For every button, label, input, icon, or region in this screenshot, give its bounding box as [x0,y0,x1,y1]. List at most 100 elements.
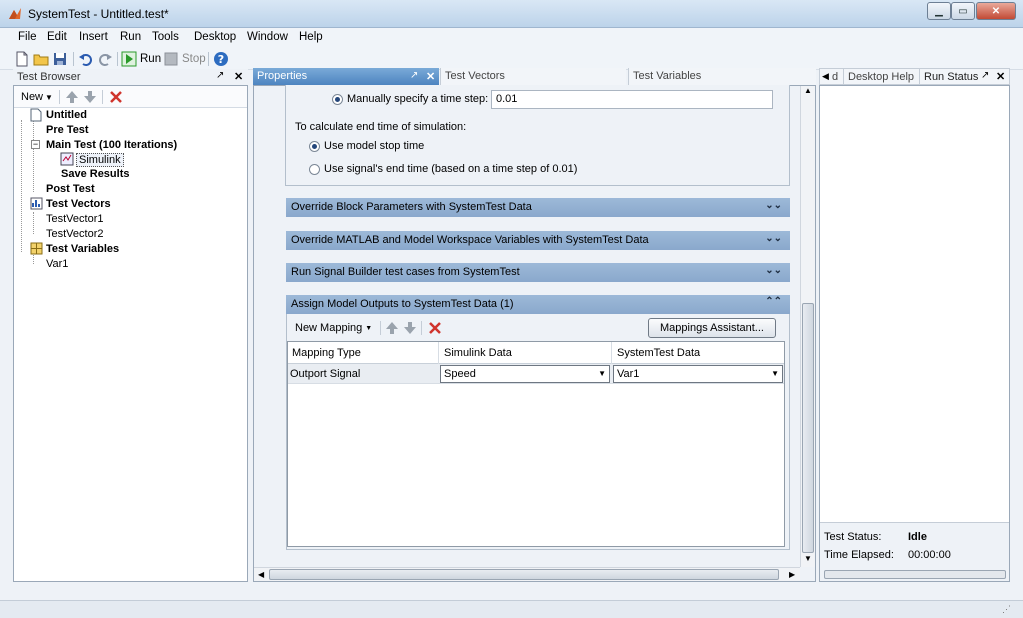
chevron-down-icon: ▼ [365,324,373,332]
right-panel-tabs: ◀ d Desktop Help Run Status ↗ ✕ [819,68,1010,85]
manual-step-radio[interactable] [332,94,343,105]
tree-item-test-vectors[interactable]: Test Vectors [46,198,111,210]
section-override-workspace-variables[interactable]: Override MATLAB and Model Workspace Vari… [286,231,790,250]
new-file-icon[interactable] [14,51,30,67]
tree-item-testvector1[interactable]: TestVector1 [46,213,103,225]
mappings-assistant-button[interactable]: Mappings Assistant... [648,318,776,338]
scroll-up-icon[interactable]: ▲ [804,86,812,95]
close-icon: ✕ [991,5,1001,17]
use-signal-end-radio[interactable] [309,164,320,175]
column-header-mapping-type[interactable]: Mapping Type [292,347,361,359]
run-status-panel: Test Status: Idle Time Elapsed: 00:00:00 [819,85,1010,582]
undock-icon[interactable]: ↗ [216,70,224,81]
close-panel-icon[interactable]: ✕ [996,70,1005,83]
scrollbar-thumb[interactable] [269,569,779,580]
close-panel-icon[interactable]: ✕ [234,70,243,83]
vertical-scrollbar[interactable]: ▲ ▼ [800,86,815,567]
menu-run[interactable]: Run [120,31,141,43]
minimize-icon: ▁ [935,5,943,17]
new-mapping-button[interactable]: New Mapping ▼ [292,319,375,337]
stop-button[interactable]: Stop [163,51,206,67]
tree-item-post-test[interactable]: Post Test [46,183,95,195]
status-bar: ⋰ [0,600,1023,618]
test-browser-title: Test Browser [17,71,81,83]
cell-mapping-type: Outport Signal [290,368,361,380]
tab-desktop-help[interactable]: Desktop Help [848,71,914,83]
tree-item-save-results[interactable]: Save Results [61,168,129,180]
column-header-simulink-data[interactable]: Simulink Data [444,347,512,359]
help-icon[interactable]: ? [213,51,229,67]
toolbar-separator [208,52,209,66]
tab-properties[interactable]: Properties ↗ ✕ [253,68,439,85]
document-icon [30,108,42,122]
new-label: New [21,91,44,103]
tree-item-simulink[interactable]: Simulink [76,153,124,167]
maximize-button[interactable]: ▭ [951,2,975,20]
open-folder-icon[interactable] [33,51,49,67]
undock-icon[interactable]: ↗ [981,70,989,81]
section-assign-model-outputs[interactable]: Assign Model Outputs to SystemTest Data … [286,295,790,314]
tree-item-main-test[interactable]: Main Test (100 Iterations) [46,139,177,151]
move-down-icon[interactable] [403,320,417,336]
close-tab-icon[interactable]: ✕ [426,70,435,83]
delete-icon[interactable] [428,321,442,335]
tab-test-vectors[interactable]: Test Vectors [440,68,626,85]
section-signal-builder[interactable]: Run Signal Builder test cases from Syste… [286,263,790,282]
redo-icon[interactable] [97,51,113,67]
section-label: Assign Model Outputs to SystemTest Data … [291,298,514,310]
run-button[interactable]: Run [121,51,161,67]
tree-item-var1[interactable]: Var1 [46,258,68,270]
scroll-down-icon[interactable]: ▼ [804,554,812,563]
manual-step-label: Manually specify a time step: [347,93,489,105]
tree-item-untitled[interactable]: Untitled [46,109,87,121]
test-browser-panel: New ▼ Untitled Pre Test − Main Test (100… [13,85,248,582]
scrollbar-thumb[interactable] [802,303,814,553]
new-dropdown-button[interactable]: New ▼ [18,89,56,105]
scroll-tabs-left-icon[interactable]: ◀ [822,71,829,82]
section-override-block-parameters[interactable]: Override Block Parameters with SystemTes… [286,198,790,217]
maximize-icon: ▭ [958,5,968,17]
tree-item-test-variables[interactable]: Test Variables [46,243,119,255]
toolbar-separator [102,90,103,104]
simulink-data-select[interactable]: Speed ▼ [440,365,610,383]
menu-help[interactable]: Help [299,31,323,43]
menu-tools[interactable]: Tools [152,31,179,43]
column-header-systemtest-data[interactable]: SystemTest Data [617,347,700,359]
menu-window[interactable]: Window [247,31,288,43]
scroll-right-icon[interactable]: ▶ [789,570,795,579]
menu-insert[interactable]: Insert [79,31,108,43]
save-icon[interactable] [52,51,68,67]
systemtest-data-select[interactable]: Var1 ▼ [613,365,783,383]
menu-edit[interactable]: Edit [47,31,67,43]
resize-grip-icon[interactable]: ⋰ [1002,604,1011,615]
move-up-icon[interactable] [385,320,399,336]
undo-icon[interactable] [78,51,94,67]
tab-d[interactable]: d [832,71,838,83]
scroll-left-icon[interactable]: ◀ [258,570,264,579]
menu-bar: File Edit Insert Run Tools Desktop Windo… [0,28,1023,48]
menu-desktop[interactable]: Desktop [194,31,236,43]
menu-file[interactable]: File [18,31,37,43]
collapse-toggle-icon[interactable]: − [31,140,40,149]
svg-text:?: ? [218,53,224,66]
delete-icon[interactable] [109,90,123,104]
tree-item-pre-test[interactable]: Pre Test [46,124,89,136]
time-elapsed-label: Time Elapsed: [824,549,894,561]
table-row[interactable]: Outport Signal Speed ▼ Var1 ▼ [288,364,784,384]
tab-run-status[interactable]: Run Status [924,71,978,83]
test-variables-icon [30,242,43,255]
close-button[interactable]: ✕ [976,2,1016,20]
tree-item-testvector2[interactable]: TestVector2 [46,228,103,240]
mappings-assistant-label: Mappings Assistant... [660,322,764,334]
run-label: Run [140,53,162,65]
use-model-stop-radio[interactable] [309,141,320,152]
toolbar: Run Stop ? [0,48,1023,70]
tab-test-variables[interactable]: Test Variables [628,68,816,85]
chevron-down-icon: ⌄⌄ [765,200,782,211]
time-step-input[interactable]: 0.01 [491,90,773,109]
move-up-icon[interactable] [65,89,79,105]
move-down-icon[interactable] [83,89,97,105]
minimize-button[interactable]: ▁ [927,2,951,20]
horizontal-scrollbar[interactable]: ◀ ▶ [254,567,800,581]
undock-icon[interactable]: ↗ [410,70,418,81]
